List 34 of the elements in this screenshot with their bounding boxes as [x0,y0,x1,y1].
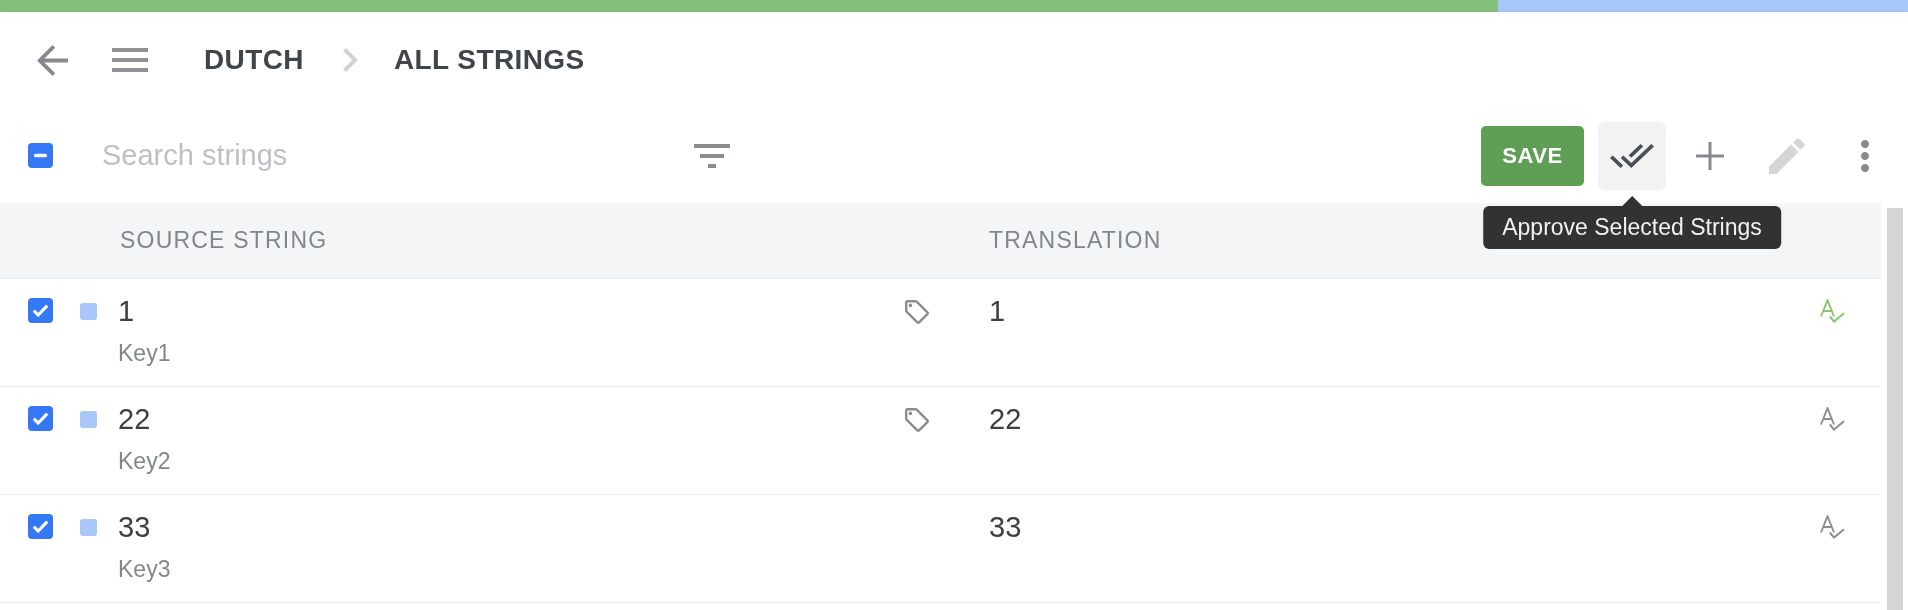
column-header: TRANSLATION [989,227,1162,254]
source-text: 1 [118,295,135,327]
tooltip: Approve Selected Strings [1483,205,1781,249]
key-text: Key1 [118,340,171,366]
checkbox[interactable] [28,514,53,539]
double-check-icon [1610,143,1654,168]
more-options-icon[interactable] [1861,139,1869,172]
spellcheck-icon[interactable] [1820,299,1845,324]
tag-icon[interactable] [905,408,929,432]
column-header: SOURCE STRING [120,227,328,254]
spellcheck-icon[interactable] [1820,515,1845,540]
scrollbar-thumb[interactable] [1887,208,1903,610]
back-arrow-icon[interactable] [37,44,68,76]
source-text: 33 [118,511,151,543]
translation-text: 22 [989,403,1022,435]
key-text: Key3 [118,556,171,582]
search-field[interactable]: Search strings [102,134,682,177]
breadcrumb-item[interactable]: DUTCH [204,44,304,76]
tag-icon[interactable] [905,300,929,324]
approve-button[interactable] [1598,121,1666,190]
plus-icon[interactable] [1696,141,1724,170]
breadcrumb-item: ALL STRINGS [394,44,585,76]
source-text: 22 [118,403,151,435]
menu-icon[interactable] [112,48,148,72]
checkbox[interactable] [28,298,53,323]
checkbox[interactable] [28,406,53,431]
translation-text: 33 [989,511,1022,543]
chevron-right-icon [343,48,358,72]
tooltip-arrow-icon [1622,195,1642,206]
spellcheck-icon[interactable] [1820,407,1845,432]
filter-icon[interactable] [694,143,730,168]
translation-text: 1 [989,295,1006,327]
key-text: Key2 [118,448,171,474]
checkbox[interactable] [28,143,53,168]
